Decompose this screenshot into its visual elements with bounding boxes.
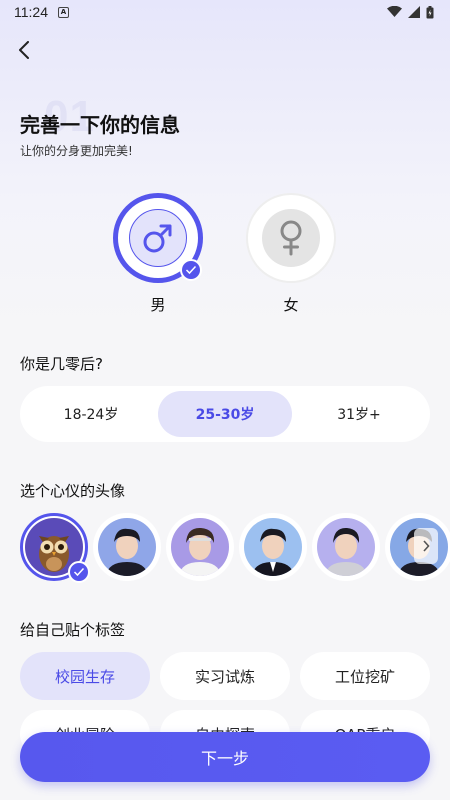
chevron-left-icon bbox=[19, 41, 29, 59]
boy-avatar-image bbox=[244, 518, 302, 576]
avatar-selected-check-icon bbox=[68, 561, 90, 583]
status-time: 11:24 bbox=[14, 4, 48, 20]
female-symbol-icon bbox=[280, 220, 302, 256]
tag-option[interactable]: 校园生存 bbox=[20, 652, 150, 700]
avatar-boy-2[interactable] bbox=[166, 513, 234, 581]
avatar-boy-3[interactable] bbox=[239, 513, 307, 581]
wifi-icon bbox=[387, 6, 402, 17]
battery-icon bbox=[426, 5, 434, 18]
signal-icon bbox=[408, 6, 420, 18]
age-option-18-24[interactable]: 18-24岁 bbox=[24, 391, 158, 437]
avatar-boy-4[interactable] bbox=[312, 513, 380, 581]
page-subtitle: 让你的分身更加完美! bbox=[20, 144, 133, 158]
notification-icon: A bbox=[58, 6, 69, 18]
age-option-31-plus[interactable]: 31岁+ bbox=[292, 391, 426, 437]
age-section-title: 你是几零后? bbox=[20, 355, 103, 373]
gender-female-option[interactable] bbox=[246, 193, 336, 283]
back-button[interactable] bbox=[10, 36, 38, 64]
gender-female-label: 女 bbox=[283, 296, 299, 314]
chevron-right-icon bbox=[423, 540, 430, 552]
status-bar: 11:24 A bbox=[0, 0, 450, 24]
gender-male-label: 男 bbox=[150, 296, 166, 314]
age-option-25-30[interactable]: 25-30岁 bbox=[158, 391, 292, 437]
tags-section-title: 给自己贴个标签 bbox=[20, 621, 126, 639]
page-title: 完善一下你的信息 bbox=[20, 113, 180, 137]
avatar-section-title: 选个心仪的头像 bbox=[20, 482, 126, 500]
next-button[interactable]: 下一步 bbox=[20, 732, 430, 782]
avatar-scroll-next-button[interactable] bbox=[414, 528, 438, 564]
boy-avatar-image bbox=[171, 518, 229, 576]
boy-avatar-image bbox=[98, 518, 156, 576]
tag-option[interactable]: 工位挖矿 bbox=[300, 652, 430, 700]
gender-selected-check-icon bbox=[180, 259, 202, 281]
male-symbol-icon bbox=[143, 224, 172, 253]
avatar-boy-1[interactable] bbox=[93, 513, 161, 581]
age-selector: 18-24岁 25-30岁 31岁+ bbox=[20, 386, 430, 442]
tag-option[interactable]: 实习试炼 bbox=[160, 652, 290, 700]
boy-avatar-image bbox=[317, 518, 375, 576]
